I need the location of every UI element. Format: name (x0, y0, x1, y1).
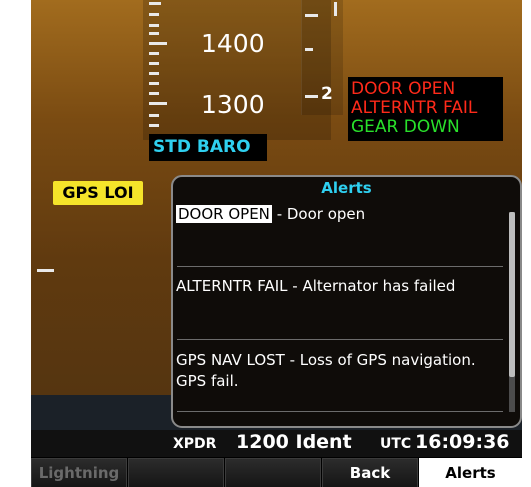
altitude-tick (149, 32, 159, 35)
altitude-tick (149, 72, 159, 75)
softkey-bar: Lightning Back Alerts (31, 457, 522, 487)
altitude-tick (149, 2, 161, 5)
pfd-screen: 1400 1300 2 STD BARO DOOR OPEN ALTERNTR … (31, 0, 522, 487)
alert-item-door-open[interactable]: DOOR OPEN - Door open (176, 204, 506, 225)
altitude-tick (149, 92, 159, 95)
vsi-label: 2 (321, 84, 333, 104)
altitude-tick (149, 62, 159, 65)
alert-message: - Door open (276, 205, 366, 223)
alert-separator (177, 411, 503, 412)
altitude-tick (149, 42, 167, 45)
altitude-tick (149, 24, 159, 27)
alerts-window[interactable]: Alerts DOOR OPEN - Door open ALTERNTR FA… (171, 175, 522, 428)
softkey-lightning[interactable]: Lightning (31, 458, 127, 487)
altitude-tick (149, 82, 159, 85)
alert-code: DOOR OPEN (176, 205, 272, 223)
alert-separator (177, 339, 503, 340)
utc-label: UTC (380, 436, 412, 452)
alerts-list[interactable]: DOOR OPEN - Door open ALTERNTR FAIL - Al… (173, 199, 508, 424)
alerts-scrollbar-thumb[interactable] (509, 212, 515, 377)
annunciation-gear-down: GEAR DOWN (351, 117, 460, 137)
alerts-window-title: Alerts (321, 179, 372, 197)
vsi-tick (305, 14, 318, 17)
status-bar: XPDR 1200 Ident UTC 16:09:36 (31, 430, 522, 457)
gps-loi-annunciation: GPS LOI (53, 181, 143, 205)
alert-code: GPS NAV LOST (176, 351, 285, 369)
aircraft-wing-marker (37, 269, 54, 272)
softkey-alerts[interactable]: Alerts (419, 458, 522, 487)
altitude-label-1400: 1400 (201, 29, 265, 58)
vsi-tick (305, 48, 313, 51)
softkey-3[interactable] (225, 458, 321, 487)
alert-separator (177, 266, 503, 267)
vsi-tick (334, 2, 337, 16)
vertical-speed-tape: 2 (301, 0, 343, 115)
softkey-back[interactable]: Back (322, 458, 418, 487)
altitude-tick (149, 13, 159, 16)
altitude-label-1300: 1300 (201, 90, 265, 119)
altitude-tick (149, 52, 159, 55)
annunciator-box: DOOR OPEN ALTERNTR FAIL GEAR DOWN (348, 77, 503, 141)
annunciation-door-open: DOOR OPEN (351, 79, 456, 99)
altitude-tick (149, 124, 159, 127)
alert-item-alternator-fail[interactable]: ALTERNTR FAIL - Alternator has failed (176, 276, 506, 297)
baro-setting: STD BARO (149, 134, 267, 161)
softkey-2[interactable] (128, 458, 224, 487)
altitude-tick (149, 114, 159, 117)
annunciation-alternator-fail: ALTERNTR FAIL (351, 98, 478, 118)
utc-time: 16:09:36 (415, 431, 510, 453)
altitude-tick (149, 102, 167, 105)
alert-message: - Alternator has failed (292, 277, 456, 295)
alert-item-gps-nav-lost[interactable]: GPS NAV LOST - Loss of GPS navigation. G… (176, 350, 506, 392)
xpdr-label: XPDR (173, 436, 217, 452)
vsi-tick (305, 95, 318, 98)
xpdr-code[interactable]: 1200 Ident (236, 431, 352, 453)
alert-code: ALTERNTR FAIL (176, 277, 288, 295)
